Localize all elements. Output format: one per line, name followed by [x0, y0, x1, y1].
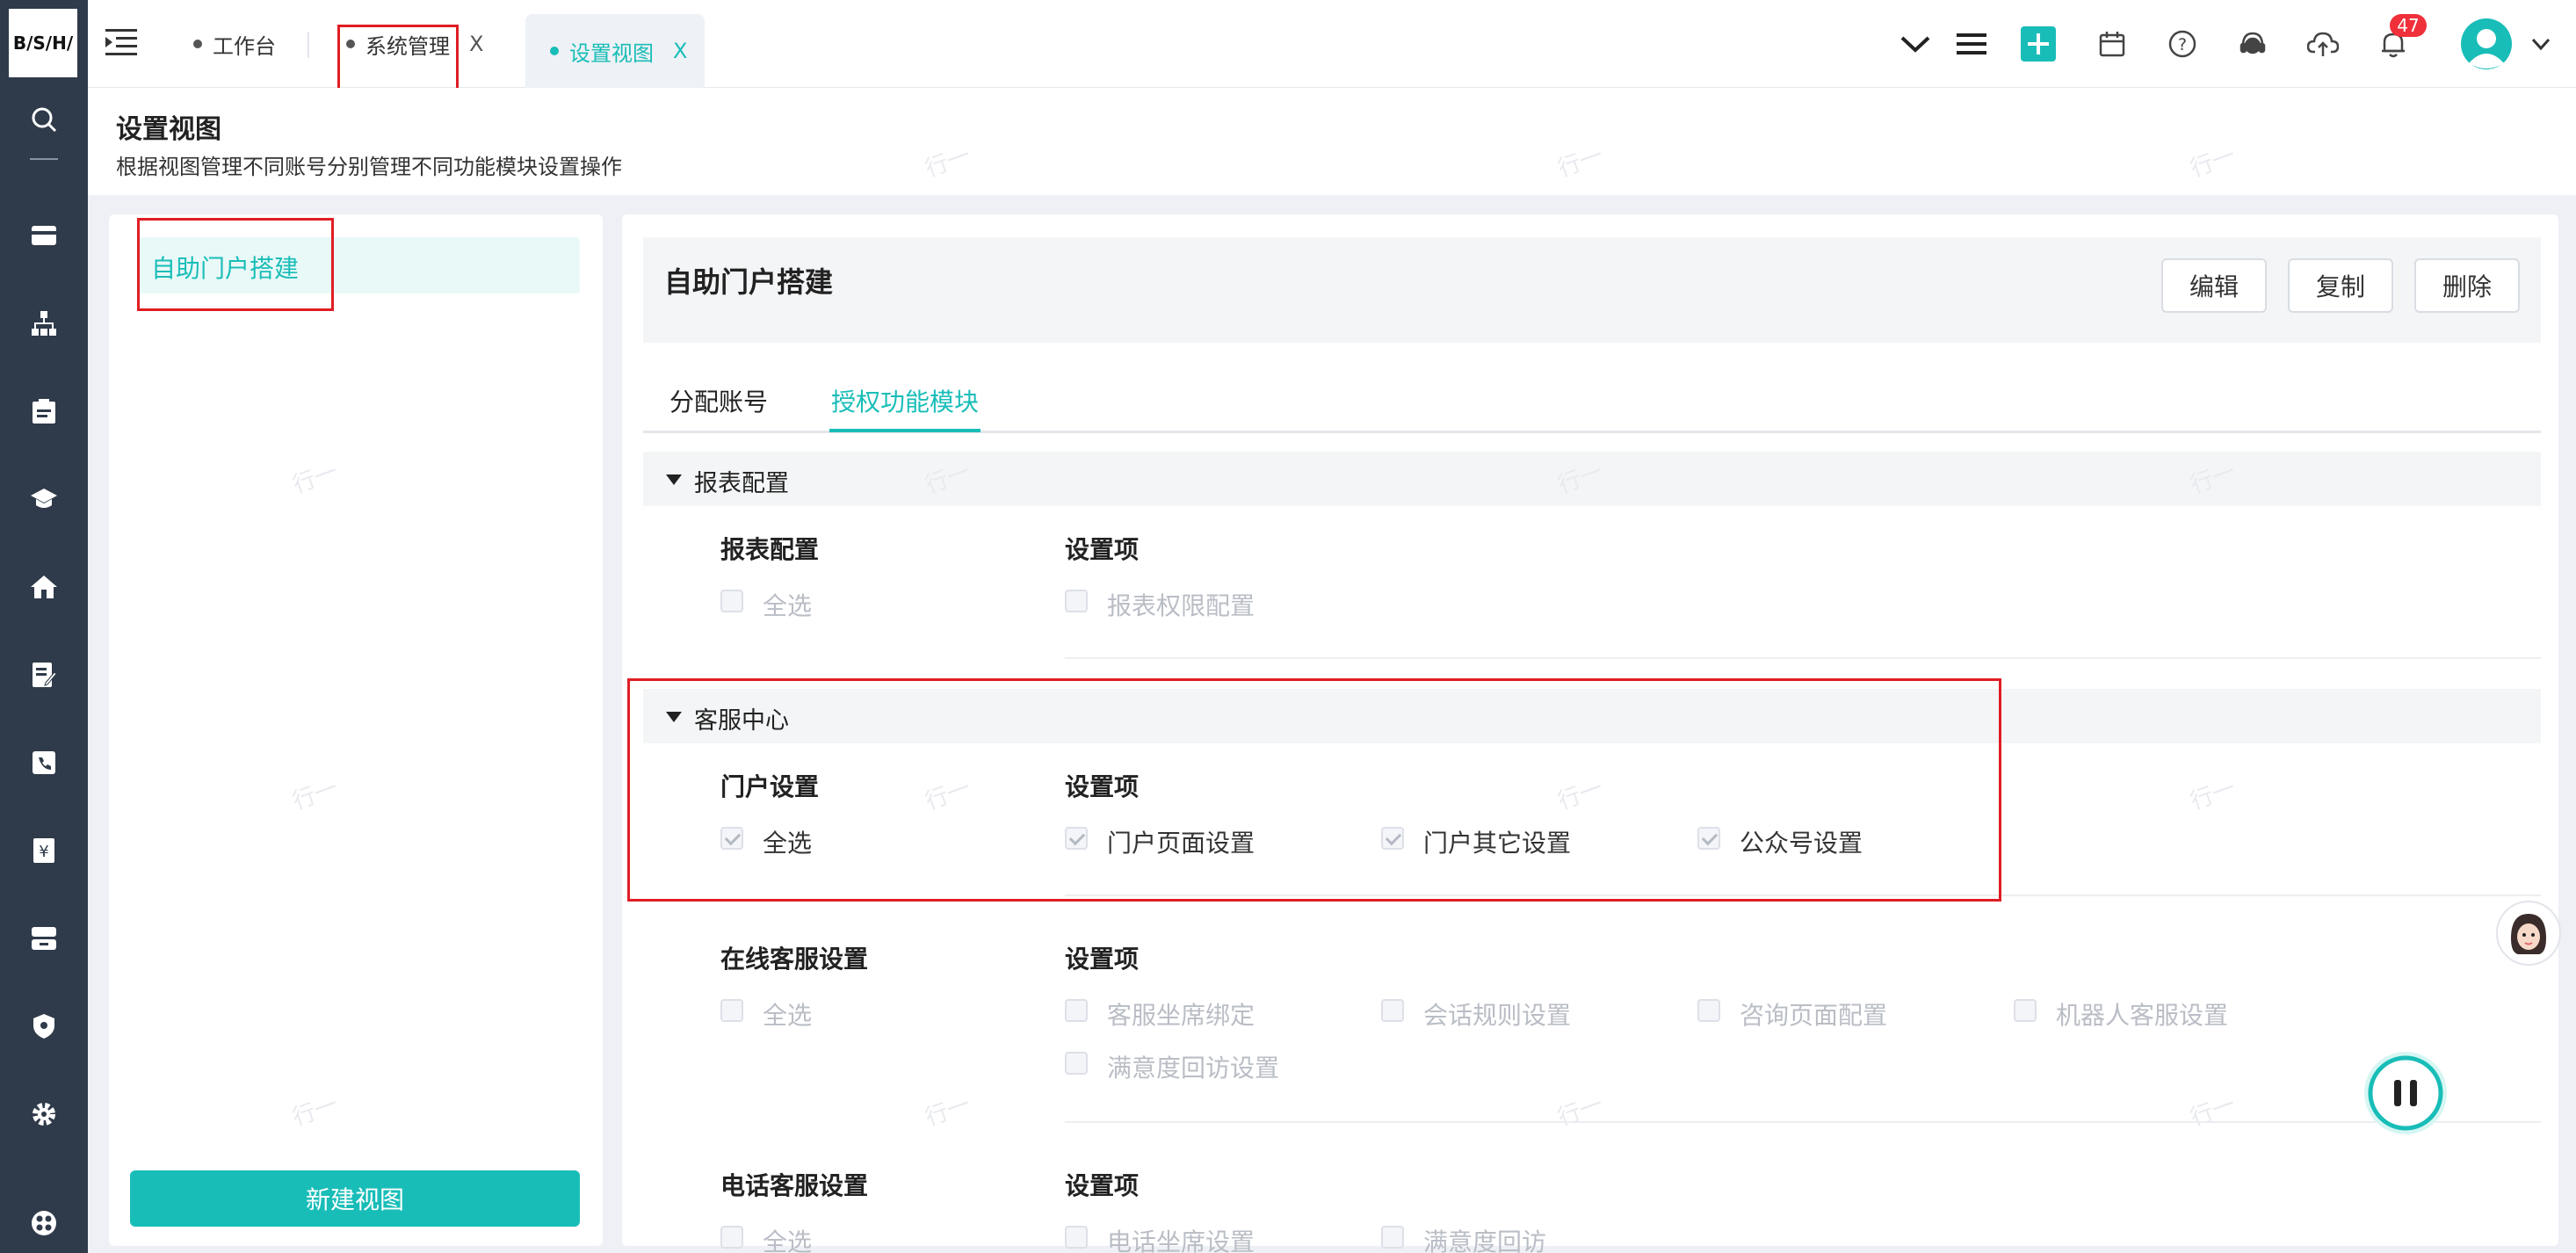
items-header: 设置项 — [1065, 1171, 1140, 1200]
list-icon[interactable] — [1950, 23, 1993, 65]
collapse-menu-icon[interactable] — [105, 28, 141, 56]
edit-note-icon[interactable] — [26, 657, 62, 692]
group-name: 在线客服设置 — [720, 945, 869, 974]
new-view-button[interactable]: 新建视图 — [130, 1170, 580, 1227]
setting-checkbox[interactable] — [1065, 1226, 1088, 1249]
select-all-label: 全选 — [763, 1228, 813, 1253]
clipboard-icon[interactable] — [26, 394, 62, 429]
expand-chevron-icon[interactable] — [2530, 33, 2551, 54]
detail-title: 自助门户搭建 — [664, 265, 834, 299]
highlight-box — [627, 678, 2001, 902]
active-tab-indicator — [829, 429, 980, 432]
setting-label: 电话坐席设置 — [1107, 1228, 1255, 1253]
setting-checkbox[interactable] — [2014, 999, 2037, 1022]
select-all-label: 全选 — [763, 591, 813, 620]
cloud-upload-icon[interactable] — [2302, 23, 2344, 65]
logo[interactable]: B/S/H/ — [9, 9, 77, 77]
select-all-checkbox[interactable] — [720, 590, 743, 612]
view-list-panel — [109, 214, 603, 1246]
group-name: 电话客服设置 — [720, 1171, 869, 1200]
setting-checkbox[interactable] — [1697, 999, 1720, 1022]
setting-label: 报表权限配置 — [1107, 591, 1255, 620]
select-all-checkbox[interactable] — [720, 999, 743, 1022]
gear-icon[interactable] — [26, 1097, 62, 1132]
setting-label: 满意度回访 — [1423, 1228, 1547, 1253]
setting-checkbox[interactable] — [1381, 999, 1404, 1022]
svg-text:?: ? — [2178, 35, 2187, 54]
divider — [1065, 657, 2541, 659]
setting-checkbox[interactable] — [1065, 999, 1088, 1022]
home-icon[interactable] — [26, 569, 62, 605]
setting-label: 机器人客服设置 — [2056, 1001, 2229, 1030]
org-chart-icon[interactable] — [26, 306, 62, 341]
section-title: 报表配置 — [694, 470, 789, 497]
sidebar-divider — [30, 158, 58, 160]
assistant-avatar[interactable] — [2495, 900, 2562, 967]
tab-workbench[interactable]: 工作台 — [193, 12, 276, 76]
calendar-icon[interactable] — [2091, 23, 2133, 65]
setting-checkbox[interactable] — [1065, 1052, 1088, 1075]
highlight-box — [137, 218, 334, 311]
group-name: 报表配置 — [720, 535, 820, 564]
tab-close-icon[interactable]: X — [673, 39, 687, 63]
apps-icon[interactable] — [26, 1206, 62, 1241]
items-header: 设置项 — [1065, 945, 1140, 974]
tab-view-settings[interactable]: 设置视图 X — [525, 14, 705, 88]
user-avatar[interactable] — [2460, 18, 2513, 70]
sidebar: B/S/H/ ¥ — [0, 0, 88, 1253]
items-header: 设置项 — [1065, 535, 1140, 564]
yen-icon[interactable]: ¥ — [26, 833, 62, 868]
chevron-down-icon[interactable] — [1894, 23, 1936, 65]
tab-dot — [193, 40, 202, 48]
help-icon[interactable]: ? — [2161, 23, 2203, 65]
setting-label: 客服坐席绑定 — [1107, 1001, 1255, 1030]
add-icon[interactable] — [2017, 23, 2059, 65]
select-all-checkbox[interactable] — [720, 1226, 743, 1249]
page-subtitle: 根据视图管理不同账号分别管理不同功能模块设置操作 — [116, 155, 622, 179]
notification-badge: 47 — [2390, 14, 2427, 37]
search-icon[interactable] — [26, 102, 62, 137]
copy-button[interactable]: 复制 — [2288, 258, 2393, 313]
support-agent-icon[interactable] — [2232, 23, 2274, 65]
setting-label: 咨询页面配置 — [1740, 1001, 1888, 1030]
tab-assign-accounts[interactable]: 分配账号 — [669, 383, 768, 418]
highlight-box — [337, 25, 459, 91]
tab-divider — [308, 32, 309, 58]
divider — [1065, 1121, 2541, 1123]
tab-authorized-modules[interactable]: 授权功能模块 — [831, 383, 979, 418]
setting-checkbox[interactable] — [1065, 590, 1088, 612]
svg-text:¥: ¥ — [39, 843, 48, 861]
delete-button[interactable]: 删除 — [2414, 258, 2520, 313]
setting-label: 满意度回访设置 — [1107, 1054, 1280, 1083]
tab-dot — [550, 47, 559, 55]
graduation-cap-icon[interactable] — [26, 482, 62, 517]
tab-label: 设置视图 — [569, 40, 654, 66]
setting-label: 会话规则设置 — [1423, 1001, 1572, 1030]
caret-down-icon[interactable] — [666, 474, 682, 485]
select-all-label: 全选 — [763, 1001, 813, 1030]
page-title: 设置视图 — [116, 114, 221, 145]
storage-icon[interactable] — [26, 921, 62, 956]
tab-label: 工作台 — [213, 33, 276, 59]
pause-button[interactable] — [2362, 1049, 2449, 1137]
tab-close-icon[interactable]: X — [469, 32, 483, 56]
setting-checkbox[interactable] — [1381, 1226, 1404, 1249]
edit-button[interactable]: 编辑 — [2161, 258, 2267, 313]
card-icon[interactable] — [26, 218, 62, 253]
shield-icon[interactable] — [26, 1009, 62, 1044]
phone-card-icon[interactable] — [26, 745, 62, 780]
